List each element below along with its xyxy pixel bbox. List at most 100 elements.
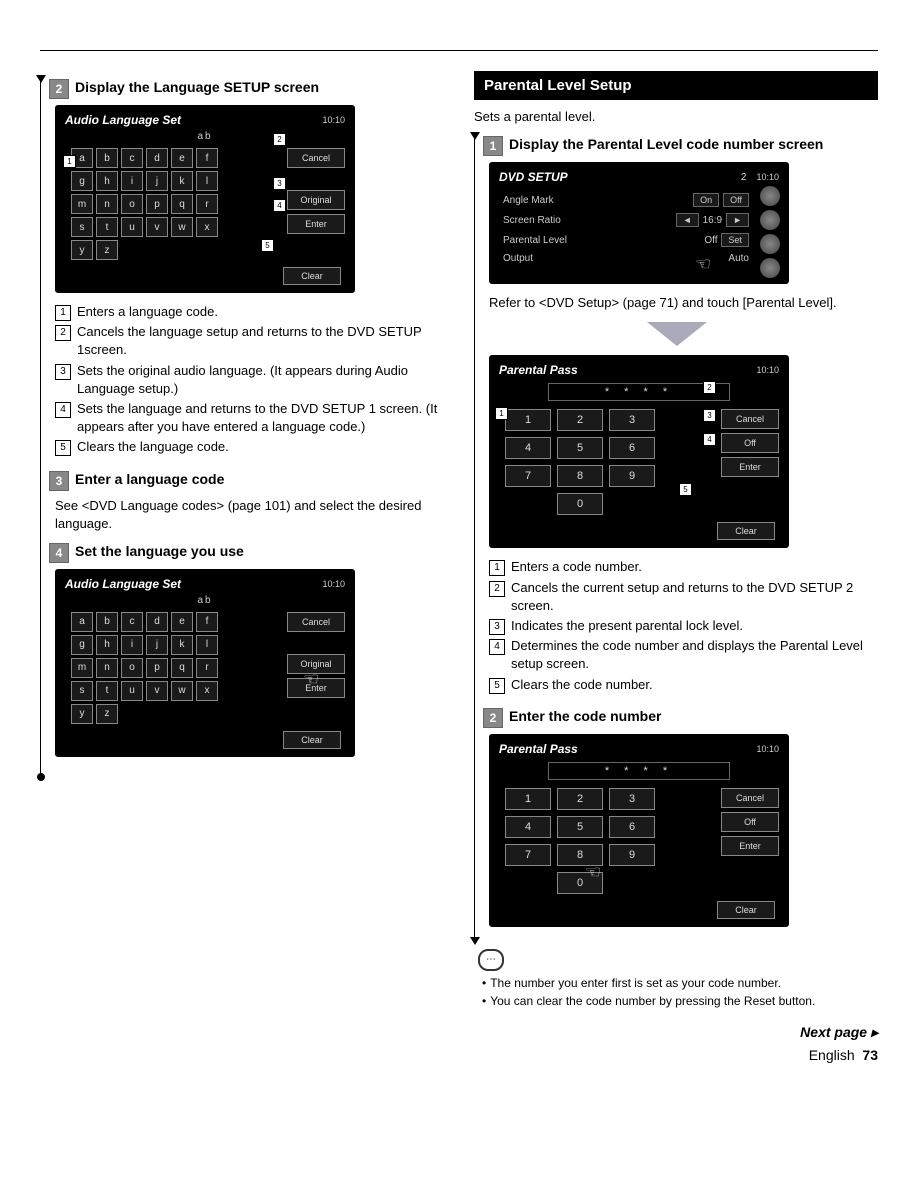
pp1-key-1[interactable]: 1 (505, 409, 551, 431)
screen2-enter-button[interactable]: Enter (287, 678, 345, 698)
key-i-2[interactable]: i (121, 635, 143, 655)
pp2-key-8[interactable]: 8 (557, 844, 603, 866)
pp2-key-0[interactable]: 0 (557, 872, 603, 894)
key-a-2[interactable]: a (71, 612, 93, 632)
key-u-2[interactable]: u (121, 681, 143, 701)
key-d[interactable]: d (146, 148, 168, 168)
key-b-2[interactable]: b (96, 612, 118, 632)
pp2-key-7[interactable]: 7 (505, 844, 551, 866)
pp1-off-button[interactable]: Off (721, 433, 779, 453)
pp1-clear-button[interactable]: Clear (717, 522, 775, 540)
key-e[interactable]: e (171, 148, 193, 168)
pp1-key-0[interactable]: 0 (557, 493, 603, 515)
dvd-angle-on-button[interactable]: On (693, 193, 719, 207)
pp1-key-5[interactable]: 5 (557, 437, 603, 459)
key-n[interactable]: n (96, 194, 118, 214)
pp-c5: 5 (489, 678, 505, 694)
pp2-key-4[interactable]: 4 (505, 816, 551, 838)
dvd-angle-off-button[interactable]: Off (723, 193, 749, 207)
key-r-2[interactable]: r (196, 658, 218, 678)
key-s[interactable]: s (71, 217, 93, 237)
screen2-original-button[interactable]: Original (287, 654, 345, 674)
key-p[interactable]: p (146, 194, 168, 214)
key-j[interactable]: j (146, 171, 168, 191)
screen2-clear-button[interactable]: Clear (283, 731, 341, 749)
pp1-key-8[interactable]: 8 (557, 465, 603, 487)
parental-intro: Sets a parental level. (474, 108, 878, 126)
dvd-ratio-next-button[interactable]: ► (726, 213, 749, 227)
pp2-key-1[interactable]: 1 (505, 788, 551, 810)
key-s-2[interactable]: s (71, 681, 93, 701)
pp2-off-button[interactable]: Off (721, 812, 779, 832)
key-p-2[interactable]: p (146, 658, 168, 678)
key-o-2[interactable]: o (121, 658, 143, 678)
key-w[interactable]: w (171, 217, 193, 237)
key-h-2[interactable]: h (96, 635, 118, 655)
key-g[interactable]: g (71, 171, 93, 191)
key-t[interactable]: t (96, 217, 118, 237)
side-icon-1[interactable] (760, 186, 780, 206)
key-w-2[interactable]: w (171, 681, 193, 701)
side-icon-4[interactable] (760, 258, 780, 278)
key-n-2[interactable]: n (96, 658, 118, 678)
key-j-2[interactable]: j (146, 635, 168, 655)
key-q[interactable]: q (171, 194, 193, 214)
pp-c1: 1 (489, 560, 505, 576)
key-e-2[interactable]: e (171, 612, 193, 632)
key-c-2[interactable]: c (121, 612, 143, 632)
pp1-key-2[interactable]: 2 (557, 409, 603, 431)
key-k[interactable]: k (171, 171, 193, 191)
pp2-key-6[interactable]: 6 (609, 816, 655, 838)
key-l-2[interactable]: l (196, 635, 218, 655)
pp2-key-5[interactable]: 5 (557, 816, 603, 838)
key-v-2[interactable]: v (146, 681, 168, 701)
pp2-key-2[interactable]: 2 (557, 788, 603, 810)
key-y-2[interactable]: y (71, 704, 93, 724)
pp2-cancel-button[interactable]: Cancel (721, 788, 779, 808)
pp2-clear-button[interactable]: Clear (717, 901, 775, 919)
key-t-2[interactable]: t (96, 681, 118, 701)
pp1-key-9[interactable]: 9 (609, 465, 655, 487)
key-y[interactable]: y (71, 240, 93, 260)
key-c[interactable]: c (121, 148, 143, 168)
dvd-ratio-prev-button[interactable]: ◄ (676, 213, 699, 227)
screen1-enter-button[interactable]: Enter (287, 214, 345, 234)
key-k-2[interactable]: k (171, 635, 193, 655)
pp1-key-7[interactable]: 7 (505, 465, 551, 487)
key-g-2[interactable]: g (71, 635, 93, 655)
side-icon-2[interactable] (760, 210, 780, 230)
pp1-enter-button[interactable]: Enter (721, 457, 779, 477)
side-icon-3[interactable] (760, 234, 780, 254)
key-z[interactable]: z (96, 240, 118, 260)
screen1-cancel-button[interactable]: Cancel (287, 148, 345, 168)
pp2-key-3[interactable]: 3 (609, 788, 655, 810)
key-q-2[interactable]: q (171, 658, 193, 678)
key-m[interactable]: m (71, 194, 93, 214)
key-x-2[interactable]: x (196, 681, 218, 701)
key-x[interactable]: x (196, 217, 218, 237)
key-u[interactable]: u (121, 217, 143, 237)
pp2-enter-button[interactable]: Enter (721, 836, 779, 856)
key-d-2[interactable]: d (146, 612, 168, 632)
key-v[interactable]: v (146, 217, 168, 237)
key-i[interactable]: i (121, 171, 143, 191)
pp1-key-3[interactable]: 3 (609, 409, 655, 431)
screen1-clear-button[interactable]: Clear (283, 267, 341, 285)
screen2-cancel-button[interactable]: Cancel (287, 612, 345, 632)
screen1-original-button[interactable]: Original (287, 190, 345, 210)
key-f[interactable]: f (196, 148, 218, 168)
pp1-key-4[interactable]: 4 (505, 437, 551, 459)
key-z-2[interactable]: z (96, 704, 118, 724)
key-o[interactable]: o (121, 194, 143, 214)
key-b[interactable]: b (96, 148, 118, 168)
pp2-key-9[interactable]: 9 (609, 844, 655, 866)
key-l[interactable]: l (196, 171, 218, 191)
key-f-2[interactable]: f (196, 612, 218, 632)
key-h[interactable]: h (96, 171, 118, 191)
pp1-key-6[interactable]: 6 (609, 437, 655, 459)
key-r[interactable]: r (196, 194, 218, 214)
step-3-title: Enter a language code (75, 471, 224, 487)
dvd-parental-set-button[interactable]: Set (721, 233, 749, 247)
key-m-2[interactable]: m (71, 658, 93, 678)
pp1-cancel-button[interactable]: Cancel (721, 409, 779, 429)
